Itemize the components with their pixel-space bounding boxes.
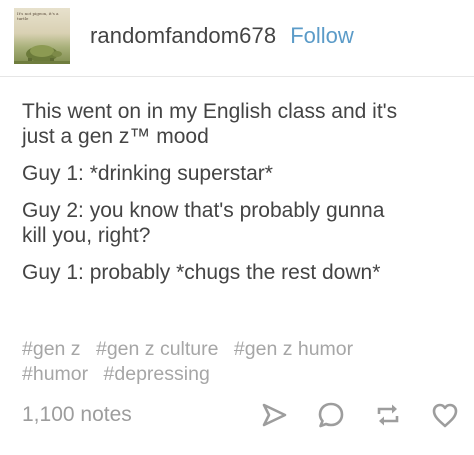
follow-button[interactable]: Follow	[290, 23, 354, 49]
reply-button[interactable]	[316, 400, 346, 430]
turtle-illustration-icon	[14, 45, 70, 64]
like-button[interactable]	[430, 400, 460, 430]
post-footer: 1,100 notes	[22, 395, 460, 435]
heart-icon	[432, 403, 458, 428]
share-button[interactable]	[259, 400, 289, 430]
post-paragraph: This went on in my English class and it'…	[22, 100, 398, 148]
tag-gen-z-humor[interactable]: #gen z humor	[234, 338, 353, 360]
notes-count[interactable]: 1,100 notes	[22, 403, 132, 427]
post-header: It's not pigeon, it's a turtle randomfan…	[14, 8, 354, 64]
post-paragraph: Guy 1: *drinking superstar*	[22, 162, 273, 185]
avatar-caption: It's not pigeon, it's a turtle	[17, 11, 59, 21]
post-body: This went on in my English class and it'…	[22, 99, 462, 297]
reply-icon	[318, 402, 344, 428]
tumblr-post: It's not pigeon, it's a turtle randomfan…	[0, 0, 474, 455]
tag-gen-z[interactable]: #gen z	[22, 338, 81, 360]
tag-depressing[interactable]: #depressing	[104, 363, 210, 385]
share-icon	[262, 403, 287, 427]
tag-humor[interactable]: #humor	[22, 363, 88, 385]
avatar[interactable]: It's not pigeon, it's a turtle	[14, 8, 70, 64]
username[interactable]: randomfandom678	[90, 23, 276, 49]
header-divider	[0, 76, 474, 77]
reblog-button[interactable]	[373, 400, 403, 430]
post-actions	[232, 400, 460, 430]
reblog-icon	[377, 404, 399, 426]
tag-gen-z-culture[interactable]: #gen z culture	[96, 338, 219, 360]
post-paragraph: Guy 2: you know that's probably gunna ki…	[22, 199, 385, 247]
post-paragraph: Guy 1: probably *chugs the rest down*	[22, 261, 381, 284]
post-tags: #gen z #gen z culture #gen z humor #humo…	[22, 337, 462, 387]
